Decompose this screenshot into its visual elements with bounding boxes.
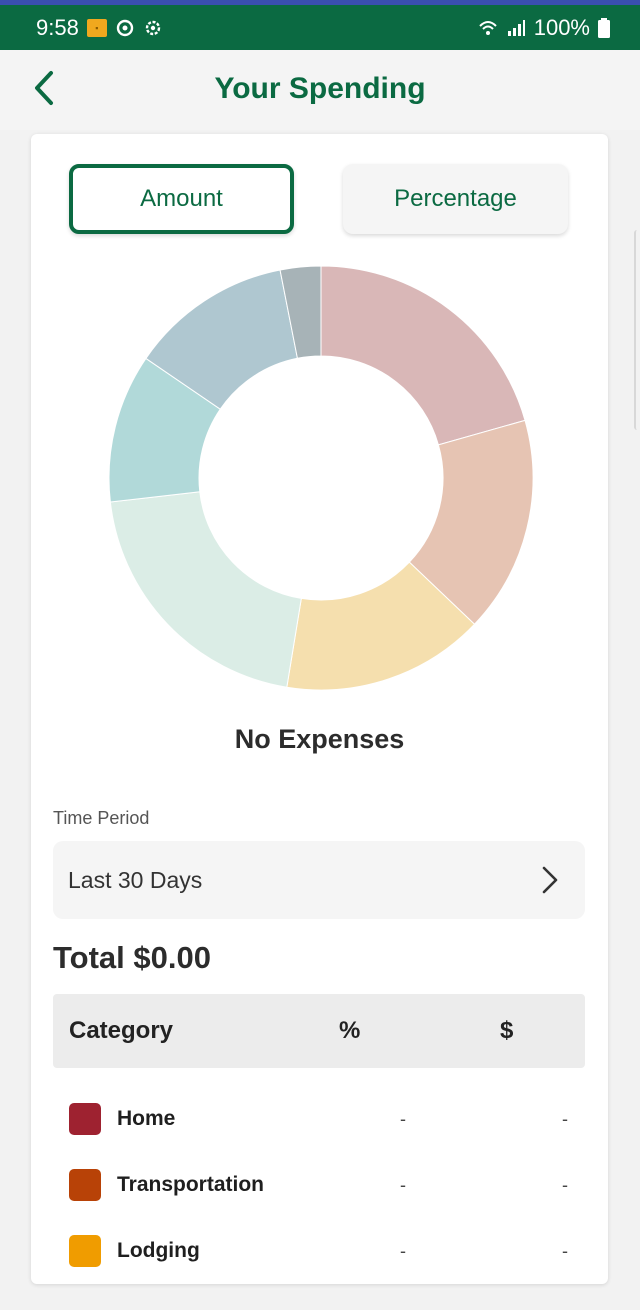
amount-toggle-button[interactable]: Amount <box>69 164 294 234</box>
table-row-transportation[interactable]: Transportation - - <box>53 1165 585 1205</box>
settings-icon <box>145 20 161 35</box>
wifi-icon <box>479 20 497 35</box>
donut-slice-1[interactable] <box>320 265 526 446</box>
row-percent: - <box>400 1108 406 1129</box>
row-amount: - <box>562 1108 568 1129</box>
row-label: Transportation <box>117 1173 265 1196</box>
color-swatch <box>69 1103 101 1135</box>
signal-icon <box>507 19 525 36</box>
status-bar: 9:58 ▪ 100% <box>0 5 640 50</box>
row-amount: - <box>562 1240 568 1261</box>
header-category: Category <box>69 1017 174 1044</box>
row-percent: - <box>400 1240 406 1261</box>
scrollbar[interactable] <box>634 230 640 430</box>
app-bar: Your Spending <box>0 50 640 130</box>
row-percent: - <box>400 1174 406 1195</box>
battery-icon <box>598 17 610 38</box>
status-time: 9:58 <box>36 14 79 40</box>
row-amount: - <box>562 1174 568 1195</box>
battery-percent: 100% <box>533 14 590 40</box>
header-amount: $ <box>500 1017 514 1044</box>
total-amount: Total $0.00 <box>53 940 211 975</box>
color-swatch <box>69 1169 101 1201</box>
percentage-toggle-button[interactable]: Percentage <box>343 164 568 234</box>
time-period-label: Time Period <box>53 808 150 828</box>
page-title: Your Spending <box>214 72 426 105</box>
row-label: Lodging <box>117 1239 200 1262</box>
category-table-header: Category % $ <box>53 994 585 1068</box>
spending-donut-chart <box>101 258 541 698</box>
chevron-right-icon <box>541 865 565 895</box>
table-row-lodging[interactable]: Lodging - - <box>53 1231 585 1271</box>
time-period-value: Last 30 Days <box>68 866 203 893</box>
header-percent: % <box>339 1017 361 1044</box>
donut-svg <box>108 265 534 691</box>
app-badge-icon: ▪ <box>86 18 107 37</box>
color-swatch <box>69 1235 101 1267</box>
sync-icon <box>116 19 134 36</box>
table-row-home[interactable]: Home - - <box>53 1099 585 1139</box>
time-period-selector[interactable]: Last 30 Days <box>53 841 585 919</box>
row-label: Home <box>117 1107 176 1130</box>
donut-slice-4[interactable] <box>109 491 302 688</box>
spending-card: Amount Percentage No Expenses Time Perio… <box>31 134 608 1284</box>
chart-caption: No Expenses <box>234 724 405 754</box>
